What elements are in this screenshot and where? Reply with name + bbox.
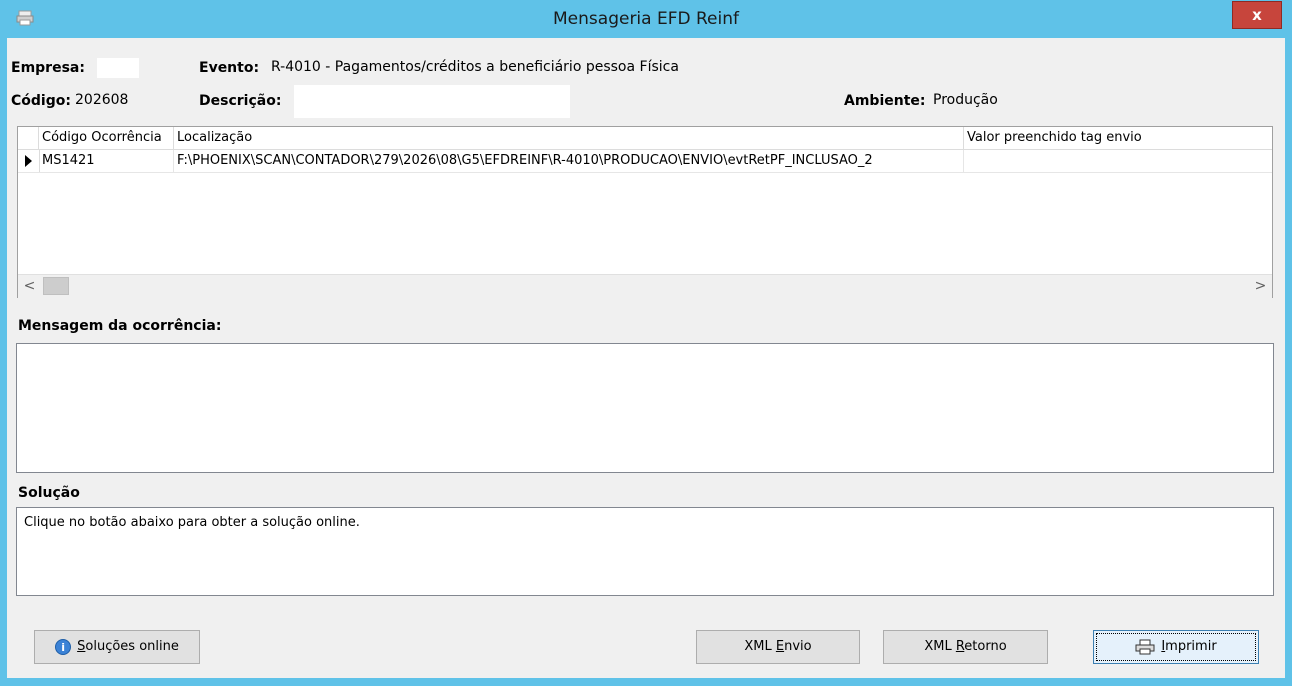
horizontal-scrollbar[interactable]: < > <box>18 274 1272 298</box>
scroll-thumb[interactable] <box>43 277 69 295</box>
col-codigo-ocorrencia[interactable]: Código Ocorrência <box>39 127 174 149</box>
ambiente-value: Produção <box>933 92 998 108</box>
codigo-label: Código: <box>11 93 71 109</box>
col-localizacao[interactable]: Localização <box>174 127 964 149</box>
xml-envio-label: nvio <box>784 639 812 654</box>
xml-envio-accel: E <box>775 639 785 654</box>
xml-retorno-label: etorno <box>964 639 1007 654</box>
codigo-value: 202608 <box>75 92 129 108</box>
focus-rect <box>1096 633 1256 661</box>
solucoes-online-button[interactable]: i Soluções online <box>34 630 200 664</box>
ocorrencias-grid[interactable]: Código Ocorrência Localização Valor pree… <box>17 126 1273 298</box>
cell-valor[interactable] <box>964 150 1272 172</box>
grid-corner <box>18 127 39 149</box>
window-title: Mensageria EFD Reinf <box>553 9 739 29</box>
xml-envio-button[interactable]: XML Envio <box>696 630 860 664</box>
evento-label: Evento: <box>199 60 260 76</box>
ambiente-label: Ambiente: <box>844 93 926 109</box>
scroll-left-button[interactable]: < <box>18 275 41 298</box>
empresa-value-field <box>97 58 139 78</box>
close-button[interactable]: x <box>1232 1 1282 29</box>
current-row-arrow-icon <box>25 155 32 167</box>
window: Mensageria EFD Reinf x Empresa: Evento: … <box>0 0 1292 686</box>
descricao-label: Descrição: <box>199 93 282 109</box>
solucao-textarea[interactable]: Clique no botão abaixo para obter a solu… <box>16 507 1274 596</box>
client-area: Empresa: Evento: R-4010 - Pagamentos/cré… <box>7 38 1285 678</box>
grid-header: Código Ocorrência Localização Valor pree… <box>18 127 1272 150</box>
scroll-right-button[interactable]: > <box>1249 275 1272 298</box>
cell-codigo[interactable]: MS1421 <box>39 150 174 172</box>
solucao-label: Solução <box>18 485 80 501</box>
xml-retorno-button[interactable]: XML Retorno <box>883 630 1048 664</box>
table-row[interactable]: MS1421 F:\PHOENIX\SCAN\CONTADOR\279\2026… <box>18 150 1272 173</box>
evento-value: R-4010 - Pagamentos/créditos a beneficiá… <box>271 59 679 75</box>
empresa-label: Empresa: <box>11 60 85 76</box>
mensagem-textarea[interactable] <box>16 343 1274 473</box>
row-indicator <box>18 150 40 172</box>
title-bar: Mensageria EFD Reinf x <box>0 0 1292 38</box>
mensagem-label: Mensagem da ocorrência: <box>18 318 222 334</box>
col-valor-preenchido[interactable]: Valor preenchido tag envio <box>964 127 1272 149</box>
cell-localizacao[interactable]: F:\PHOENIX\SCAN\CONTADOR\279\2026\08\G5\… <box>174 150 964 172</box>
descricao-value-field <box>294 85 570 118</box>
solucoes-label: oluções online <box>85 639 179 654</box>
info-icon: i <box>55 638 72 655</box>
imprimir-button[interactable]: Imprimir <box>1093 630 1259 664</box>
solucao-text: Clique no botão abaixo para obter a solu… <box>24 515 360 530</box>
